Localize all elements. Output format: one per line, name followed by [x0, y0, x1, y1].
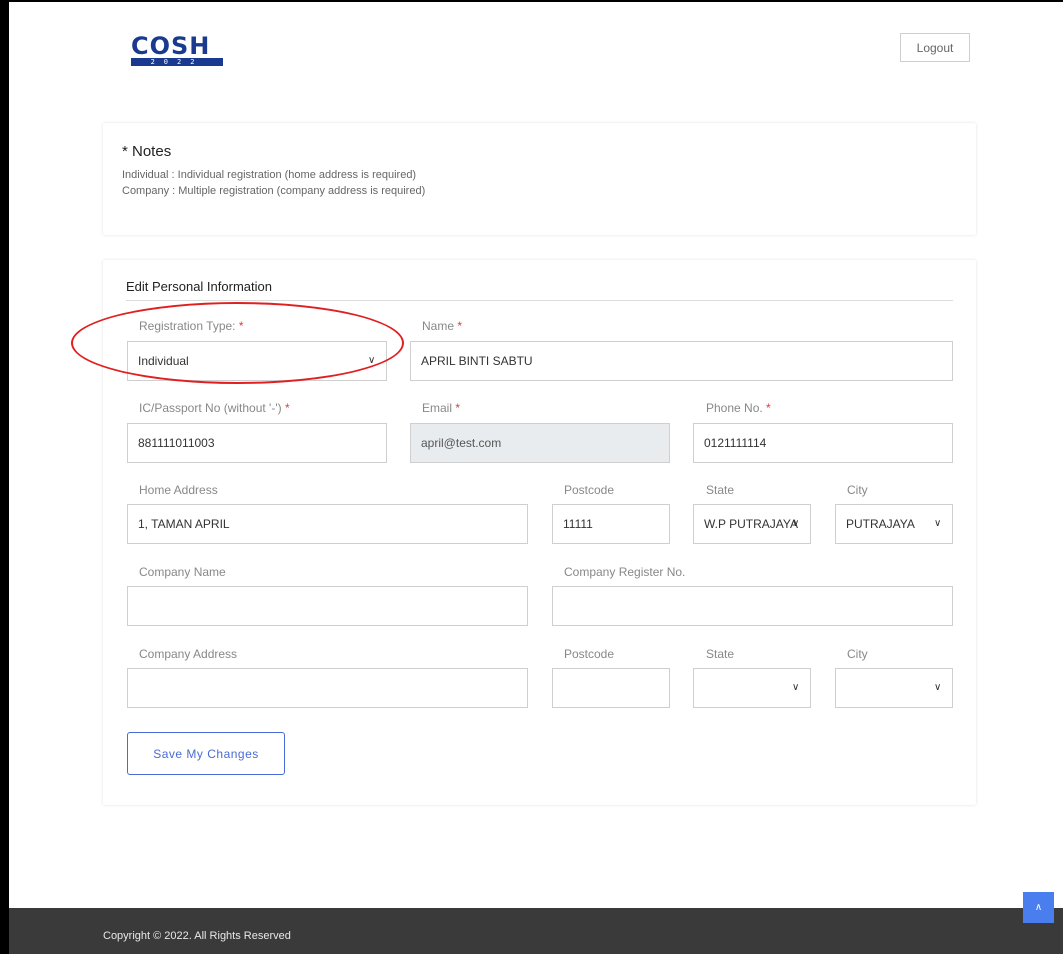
chevron-up-icon: ∧ — [1034, 902, 1043, 913]
name-label: Name * — [422, 319, 463, 333]
company-address-label: Company Address — [139, 647, 238, 661]
home-state-label: State — [706, 483, 735, 497]
home-postcode-label: Postcode — [564, 483, 615, 497]
chevron-down-icon: ∨ — [792, 518, 800, 529]
frame-left-border — [0, 0, 9, 954]
annotation-ellipse — [71, 302, 404, 384]
chevron-down-icon: ∨ — [792, 682, 800, 693]
save-changes-button[interactable]: Save My Changes — [127, 732, 285, 775]
company-city-select[interactable]: ∨ — [835, 668, 953, 708]
company-postcode-input[interactable] — [552, 668, 670, 708]
home-state-value: W.P PUTRAJAYA — [704, 517, 799, 531]
section-divider — [126, 300, 953, 301]
company-register-input[interactable] — [552, 586, 953, 626]
company-address-input[interactable] — [127, 668, 528, 708]
copyright-text: Copyright © 2022. All Rights Reserved — [103, 930, 291, 942]
company-state-select[interactable]: ∨ — [693, 668, 811, 708]
home-city-label: City — [847, 483, 868, 497]
name-input[interactable]: APRIL BINTI SABTU — [410, 341, 953, 381]
chevron-down-icon: ∨ — [934, 682, 942, 693]
cosh-logo[interactable]: COSH 2022 — [131, 32, 223, 66]
footer: Copyright © 2022. All Rights Reserved — [9, 908, 1063, 954]
notes-company: Company : Multiple registration (company… — [122, 185, 426, 197]
phone-label: Phone No. * — [706, 401, 771, 415]
home-postcode-input[interactable]: 11111 — [552, 504, 670, 544]
chevron-down-icon: ∨ — [934, 518, 942, 529]
company-name-input[interactable] — [127, 586, 528, 626]
home-address-label: Home Address — [139, 483, 218, 497]
notes-card: * Notes Individual : Individual registra… — [103, 123, 976, 235]
required-marker: * — [284, 401, 290, 415]
required-marker: * — [457, 319, 463, 333]
logo-text: COSH — [131, 32, 211, 60]
company-postcode-label: Postcode — [564, 647, 615, 661]
home-city-select[interactable]: PUTRAJAYA ∨ — [835, 504, 953, 544]
home-address-input[interactable]: 1, TAMAN APRIL — [127, 504, 528, 544]
ic-label: IC/Passport No (without '-') * — [139, 401, 290, 415]
section-title: Edit Personal Information — [126, 279, 272, 294]
home-city-value: PUTRAJAYA — [846, 517, 915, 531]
email-label: Email * — [422, 401, 461, 415]
company-state-label: State — [706, 647, 735, 661]
frame-top-border — [0, 0, 1063, 2]
ic-input[interactable]: 881111011003 — [127, 423, 387, 463]
notes-title: * Notes — [122, 143, 172, 160]
company-register-label: Company Register No. — [564, 565, 686, 579]
company-city-label: City — [847, 647, 868, 661]
home-state-select[interactable]: W.P PUTRAJAYA ∨ — [693, 504, 811, 544]
required-marker: * — [766, 401, 771, 415]
scroll-top-button[interactable]: ∧ — [1023, 892, 1054, 923]
company-name-label: Company Name — [139, 565, 226, 579]
logout-button[interactable]: Logout — [900, 33, 970, 62]
email-input: april@test.com — [410, 423, 670, 463]
logo-year: 2022 — [131, 58, 223, 66]
required-marker: * — [455, 401, 461, 415]
notes-individual: Individual : Individual registration (ho… — [122, 169, 417, 181]
phone-input[interactable]: 0121111114 — [693, 423, 953, 463]
